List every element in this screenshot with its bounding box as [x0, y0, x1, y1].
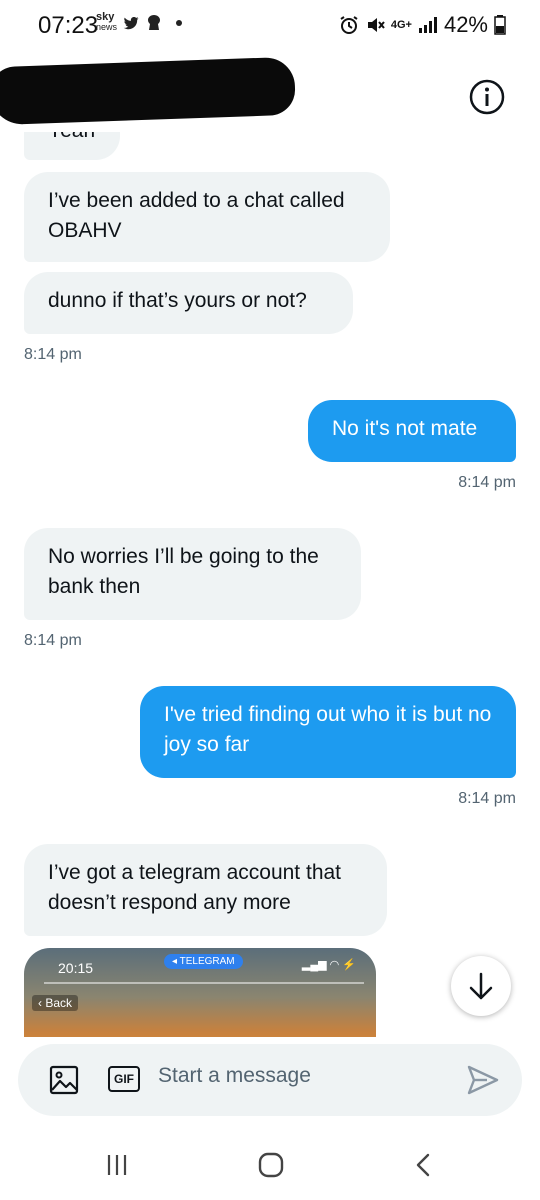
message-bubble-received[interactable]: I’ve been added to a chat called OBAHV — [24, 172, 390, 262]
battery-percent: 42% — [443, 12, 488, 37]
signal-icon — [418, 17, 437, 33]
scroll-to-bottom-button[interactable] — [451, 956, 511, 1016]
network-type: 4G+ — [390, 19, 412, 31]
arrow-down-icon — [469, 972, 493, 1000]
message-bubble-received[interactable]: dunno if that’s yours or not? — [24, 272, 353, 334]
send-icon[interactable] — [466, 1064, 500, 1096]
status-right: 4G+ 42% — [339, 12, 506, 38]
alarm-icon — [340, 16, 358, 34]
home-icon[interactable] — [256, 1150, 286, 1180]
message-timestamp: 8:14 pm — [24, 346, 82, 363]
android-navigation-bar — [0, 1130, 540, 1200]
media-progress-line — [44, 982, 364, 984]
premier-league-icon — [148, 15, 160, 30]
message-bubble-sent[interactable]: I've tried finding out who it is but no … — [140, 686, 516, 778]
status-time: 07:23 — [38, 12, 99, 39]
status-bar: 07:23 sky news 4G+ 42% — [0, 0, 540, 52]
message-bubble-received[interactable]: Yeah — [24, 132, 120, 160]
info-icon[interactable] — [468, 78, 506, 116]
battery-icon — [494, 15, 506, 35]
redacted-contact-name — [0, 56, 296, 126]
conversation-header — [0, 52, 540, 132]
message-thread[interactable]: Yeah I’ve been added to a chat called OB… — [0, 132, 540, 1037]
back-icon[interactable] — [412, 1152, 436, 1178]
gif-icon: GIF — [114, 1072, 134, 1086]
message-bubble-received[interactable]: I’ve got a telegram account that doesn’t… — [24, 844, 387, 936]
image-icon[interactable] — [48, 1064, 80, 1096]
message-composer: GIF Start a message — [18, 1044, 522, 1116]
media-screenshot-time: 20:15 — [58, 960, 94, 976]
mute-icon — [367, 18, 385, 32]
media-attachment-preview[interactable]: 20:15 ◂ TELEGRAM ▂▄▆ ◠ ⚡ ‹ Back — [24, 948, 376, 1037]
message-timestamp: 8:14 pm — [458, 790, 516, 807]
message-timestamp: 8:14 pm — [458, 474, 516, 491]
message-timestamp: 8:14 pm — [24, 632, 82, 649]
message-input[interactable]: Start a message — [158, 1064, 311, 1088]
message-bubble-sent[interactable]: No it's not mate — [308, 400, 516, 462]
media-back-button: ‹ Back — [32, 995, 79, 1011]
twitter-icon — [123, 16, 139, 30]
recents-icon[interactable] — [104, 1152, 130, 1178]
notification-dot-icon — [176, 20, 182, 26]
sky-news-icon: sky news — [96, 11, 118, 33]
media-status-icons: ▂▄▆ ◠ ⚡ — [301, 959, 356, 971]
gif-button[interactable]: GIF — [108, 1066, 140, 1092]
media-telegram-pill: ◂ TELEGRAM — [164, 954, 243, 969]
message-bubble-received[interactable]: No worries I’ll be going to the bank the… — [24, 528, 361, 620]
